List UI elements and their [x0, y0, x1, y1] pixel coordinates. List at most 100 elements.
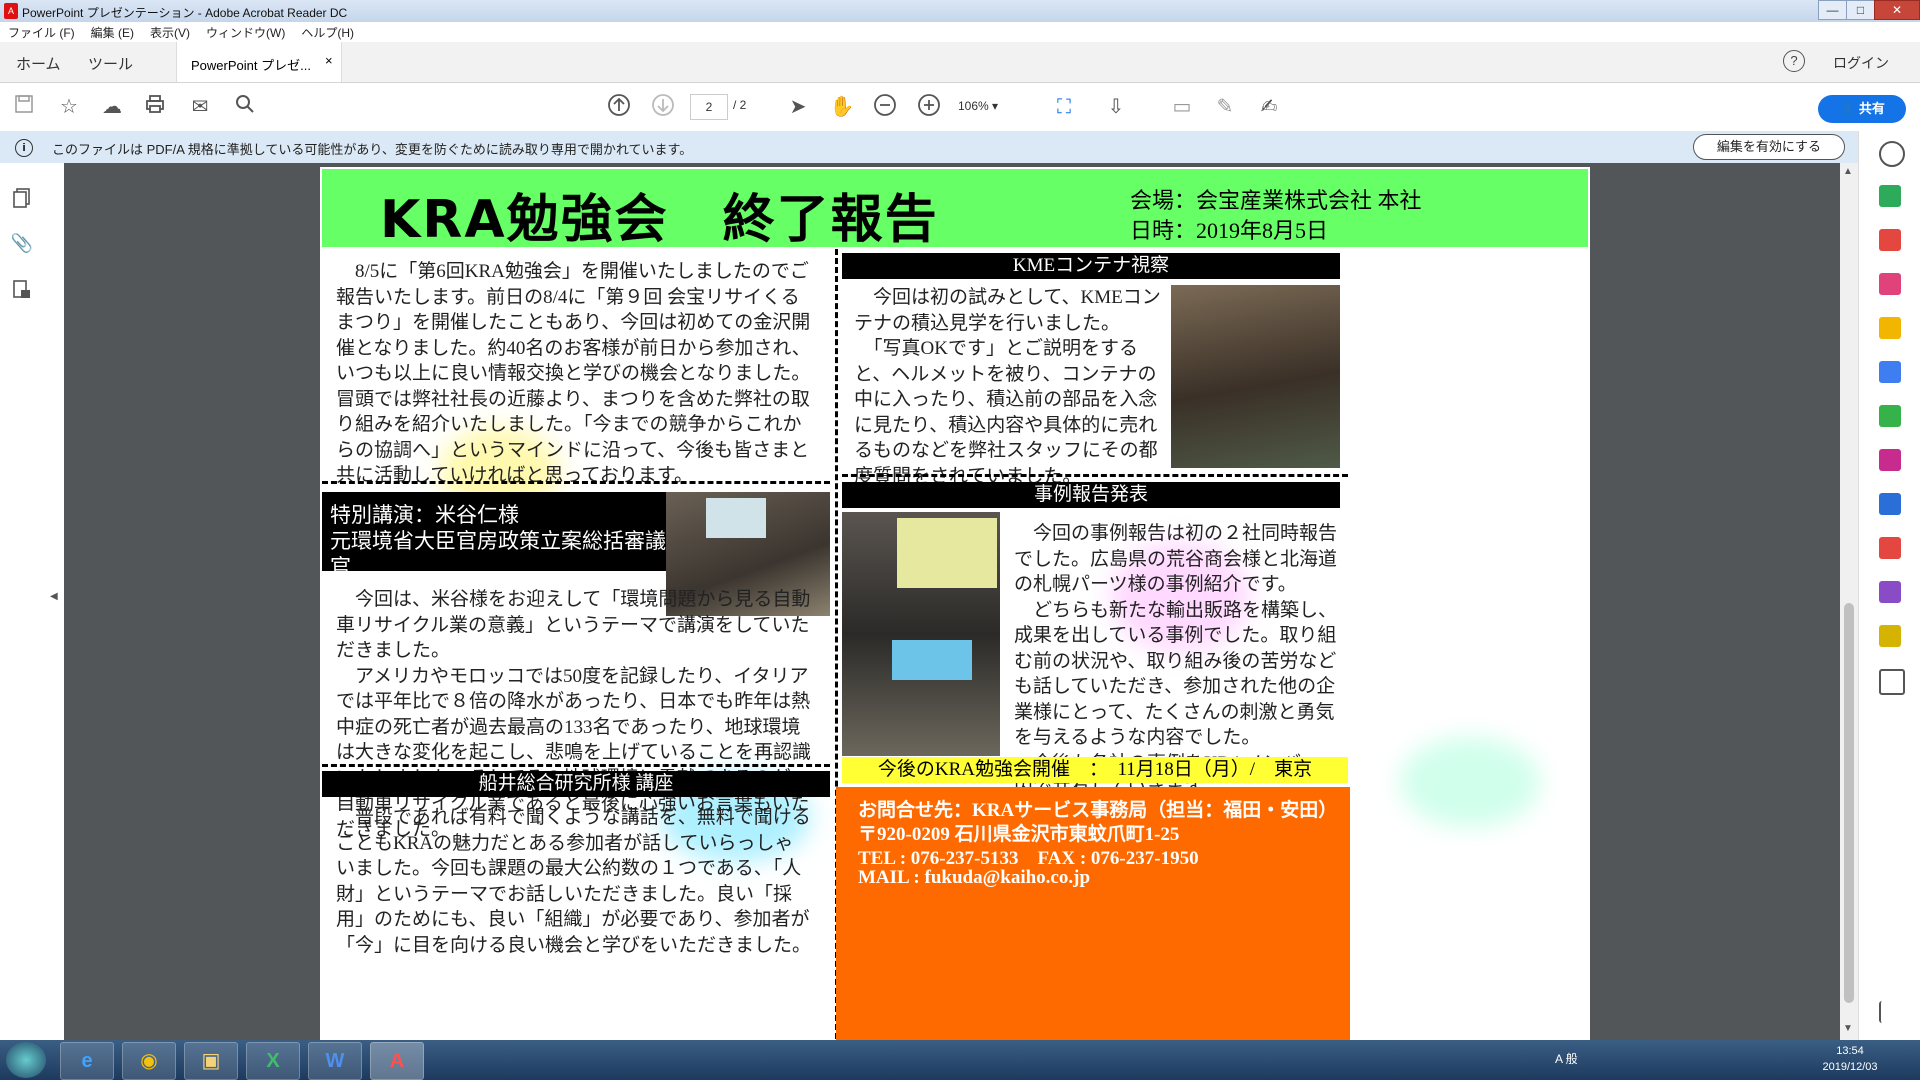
left-navigation-panel: 📎: [0, 163, 45, 1040]
create-pdf-icon[interactable]: [1879, 229, 1901, 251]
organize-pages-icon[interactable]: [1879, 405, 1901, 427]
newsletter-title: KRA勉強会 終了報告: [380, 190, 939, 250]
collapse-arrow-icon: ◀: [50, 591, 58, 602]
more-tools-icon[interactable]: [1879, 625, 1901, 647]
save-icon[interactable]: [10, 93, 38, 121]
enable-editing-button[interactable]: 編集を有効にする: [1693, 134, 1845, 160]
contact-line-4: MAIL : fukuda@kaiho.co.jp: [858, 867, 1091, 888]
mail-icon[interactable]: ✉: [186, 93, 214, 121]
start-button[interactable]: [6, 1042, 46, 1078]
case-report-photo: [842, 512, 1000, 756]
edit-pdf-icon[interactable]: [1879, 273, 1901, 295]
section-divider: [322, 481, 830, 484]
login-link[interactable]: ログイン: [1833, 53, 1889, 73]
fit-page-icon[interactable]: ⛶: [1050, 93, 1078, 121]
contact-line-3: TEL : 076-237-5133 FAX : 076-237-1950: [858, 848, 1199, 869]
funai-body: 普段であれば有料で聞くような講話を、無料で聞けることもKRAの魅力だとある参加者…: [336, 807, 812, 956]
zoom-level-value: 106%: [958, 99, 989, 113]
clock[interactable]: 13:54 2019/12/03: [1815, 1043, 1885, 1075]
previous-page-icon[interactable]: [605, 93, 633, 121]
close-window-button[interactable]: ✕: [1874, 0, 1920, 20]
tab-tools[interactable]: ツール: [88, 53, 133, 74]
ie-icon[interactable]: e: [60, 1042, 114, 1080]
menu-view[interactable]: 表示(V): [142, 22, 198, 42]
help-icon[interactable]: ?: [1783, 50, 1805, 72]
maximize-button[interactable]: □: [1846, 0, 1875, 20]
cloud-upload-icon[interactable]: ☁: [98, 93, 126, 121]
window-title-bar: A PowerPoint プレゼンテーション - Adobe Acrobat R…: [0, 0, 1920, 22]
menu-help[interactable]: ヘルプ(H): [293, 22, 362, 42]
main-toolbar: ☆ ☁ ✉ 2 / 2 ➤ ✋ 106% ▾ ⛶ ⇩ ▭ ✎ ✍ 👤 共有: [0, 83, 1920, 132]
comment-icon[interactable]: ▭: [1168, 93, 1196, 121]
highlight-pen-icon[interactable]: ✎: [1211, 93, 1239, 121]
contact-box: お問合せ先：KRAサービス事務局（担当：福田・安田） 〒920-0209 石川県…: [836, 787, 1350, 1040]
window-controls: — □ ✕: [1818, 0, 1920, 20]
chrome-icon[interactable]: ◉: [122, 1042, 176, 1080]
projector-screen: [706, 498, 766, 538]
combine-files-icon[interactable]: [1879, 361, 1901, 383]
share-button[interactable]: 👤 共有: [1818, 95, 1906, 123]
scroll-thumb[interactable]: [1844, 603, 1854, 1003]
scroll-down-icon[interactable]: ▼: [1843, 1023, 1853, 1034]
tab-home[interactable]: ホーム: [16, 53, 61, 74]
page-thumbnails-icon[interactable]: [10, 187, 34, 211]
print-icon[interactable]: [141, 93, 169, 121]
window-title: PowerPoint プレゼンテーション - Adobe Acrobat Rea…: [22, 6, 348, 20]
info-message: このファイルは PDF/A 規格に準拠している可能性があり、変更を防ぐために読み…: [52, 142, 693, 157]
hand-tool-icon[interactable]: ✋: [828, 93, 856, 121]
tab-document[interactable]: PowerPoint プレゼ... ×: [176, 42, 342, 82]
send-for-signature-icon[interactable]: [1879, 581, 1901, 603]
slide-screen: [897, 518, 997, 588]
zoom-level-select[interactable]: 106% ▾: [958, 94, 1028, 118]
export-pdf-icon[interactable]: [1879, 185, 1901, 207]
customize-tools-icon[interactable]: [1879, 669, 1905, 695]
excel-icon[interactable]: X: [246, 1042, 300, 1080]
readonly-info-bar: i このファイルは PDF/A 規格に準拠している可能性があり、変更を防ぐために…: [0, 131, 1906, 164]
document-viewport[interactable]: KRA勉強会 終了報告 会場：会宝産業株式会社 本社 日時：2019年8月5日 …: [64, 163, 1844, 1040]
menu-edit[interactable]: 編集 (E): [83, 22, 142, 42]
page-total: / 2: [733, 98, 747, 112]
left-panel-collapse[interactable]: ◀: [44, 163, 64, 1040]
funai-title: 船井総合研究所様 講座: [322, 771, 830, 797]
word-icon[interactable]: W: [308, 1042, 362, 1080]
next-page-icon[interactable]: [649, 93, 677, 121]
collapse-right-pane-icon[interactable]: [1879, 1001, 1903, 1023]
protect-icon[interactable]: [1879, 493, 1901, 515]
share-label: 共有: [1858, 101, 1885, 116]
menu-bar: ファイル (F) 編集 (E) 表示(V) ウィンドウ(W) ヘルプ(H): [0, 22, 1920, 42]
kme-body: 今回は初の試みとして、KMEコンテナの積込見学を行いました。 「写真OKです」と…: [854, 287, 1161, 487]
select-cursor-icon[interactable]: ➤: [784, 93, 812, 121]
special-lecture-title: 特別講演：米谷仁様: [330, 503, 519, 527]
scroll-up-icon[interactable]: ▲: [1843, 166, 1853, 177]
explorer-icon[interactable]: ▣: [184, 1042, 238, 1080]
comment-tool-icon[interactable]: [1879, 317, 1901, 339]
minimize-button[interactable]: —: [1818, 0, 1847, 20]
case-report-title: 事例報告発表: [842, 482, 1340, 508]
vertical-scrollbar[interactable]: ▲ ▼: [1840, 163, 1858, 1040]
ime-indicator[interactable]: A 般: [1555, 1050, 1578, 1067]
page-number-input[interactable]: 2: [690, 94, 728, 120]
intro-paragraph: 8/5に「第6回KRA勉強会」を開催いたしましたのでご報告いたします。前日の8/…: [336, 261, 811, 486]
acrobat-taskbar-icon[interactable]: A: [370, 1042, 424, 1080]
info-icon: i: [15, 139, 33, 157]
section-divider: [842, 474, 1348, 477]
newsletter-header: KRA勉強会 終了報告 会場：会宝産業株式会社 本社 日時：2019年8月5日: [322, 169, 1588, 250]
attachment-icon[interactable]: 📎: [10, 233, 34, 257]
scroll-mode-icon[interactable]: ⇩: [1102, 93, 1130, 121]
bookmark-star-icon[interactable]: ☆: [55, 93, 83, 121]
tab-close-icon[interactable]: ×: [325, 53, 333, 68]
page-security-icon[interactable]: [10, 279, 34, 303]
menu-file[interactable]: ファイル (F): [0, 22, 83, 42]
search-zoom-icon[interactable]: [231, 93, 259, 121]
search-tool-icon[interactable]: [1879, 141, 1905, 167]
windows-taskbar: e ◉ ▣ X W A A 般 13:54 2019/12/03: [0, 1040, 1920, 1080]
menu-window[interactable]: ウィンドウ(W): [198, 22, 293, 42]
contact-line-2: 〒920-0209 石川県金沢市東蚊爪町1-25: [858, 824, 1180, 845]
slide-screen-2: [892, 640, 972, 680]
optimize-pdf-icon[interactable]: [1879, 537, 1901, 559]
fill-sign-icon[interactable]: [1879, 449, 1901, 471]
sign-icon[interactable]: ✍: [1255, 93, 1283, 121]
special-lecture-body: 今回は、米谷様をお迎えして「環境問題から見る自動車リサイクル業の意義」というテー…: [336, 589, 812, 840]
zoom-out-icon[interactable]: [871, 93, 899, 121]
zoom-in-icon[interactable]: [915, 93, 943, 121]
